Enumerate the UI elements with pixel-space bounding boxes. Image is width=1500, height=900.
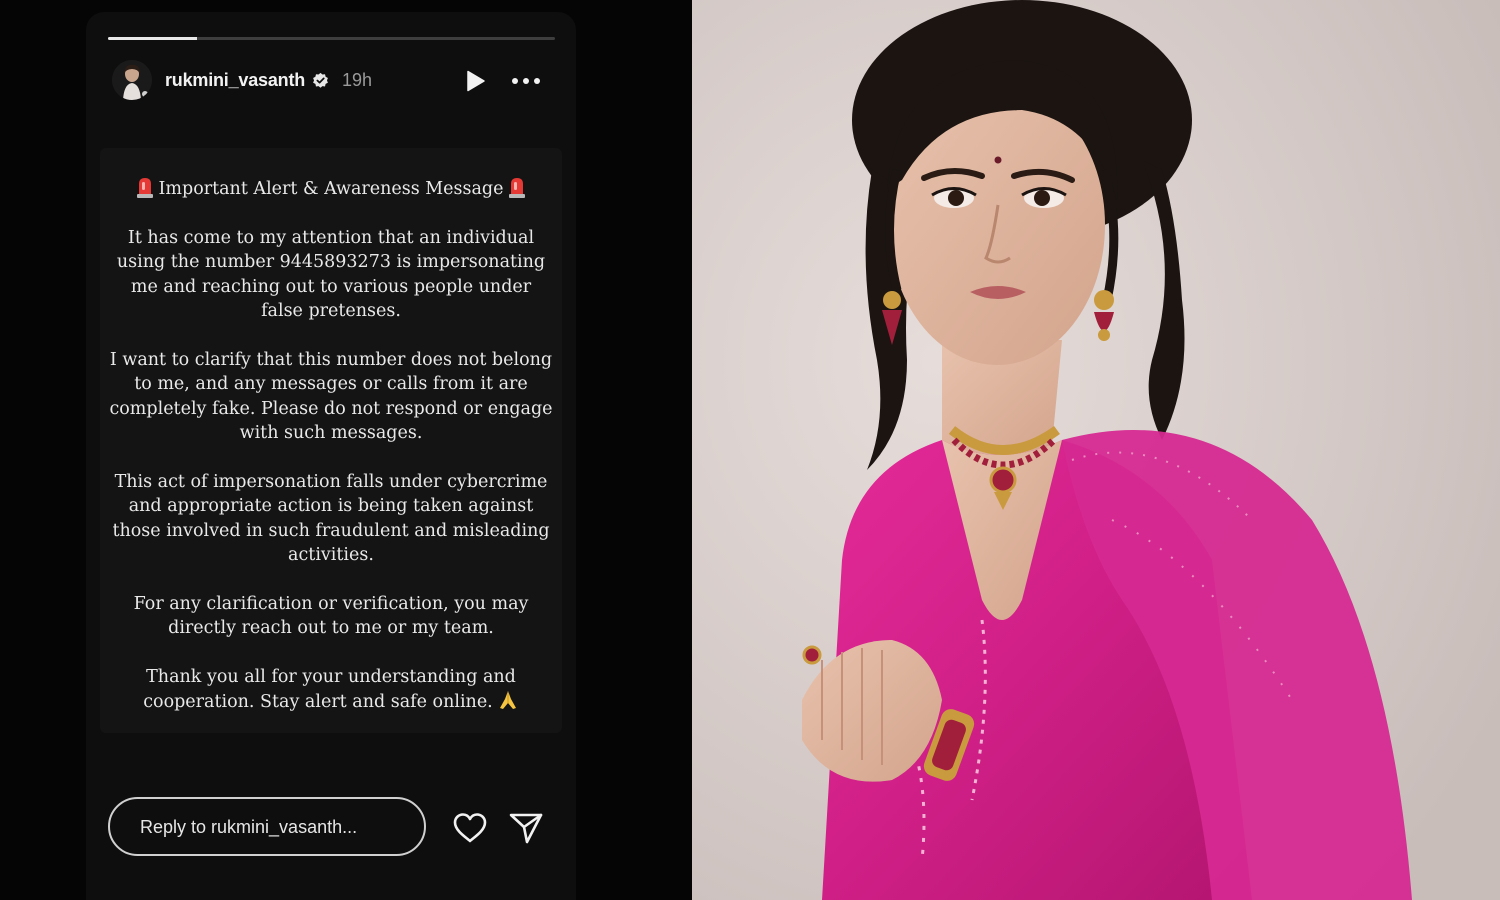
reply-input[interactable]: Reply to rukmini_vasanth... [108,797,426,856]
story-timestamp: 19h [342,70,373,90]
story-message: Important Alert & Awareness Message It h… [108,176,554,739]
message-heading-row: Important Alert & Awareness Message [108,176,554,202]
message-paragraph: It has come to my attention that an indi… [116,227,546,322]
story-progress-fill [108,37,198,40]
story-username[interactable]: rukmini_vasanth [165,70,305,91]
message-paragraph: For any clarification or verification, y… [133,593,529,639]
message-heading: Important Alert & Awareness Message [158,179,504,199]
story-progress-bar [108,37,555,40]
message-paragraph: This act of impersonation falls under cy… [112,471,550,566]
siren-emoji-icon [137,178,154,198]
message-closing: Thank you all for your understanding and… [143,666,516,713]
avatar[interactable] [112,60,152,100]
siren-emoji-icon [508,178,525,198]
heart-icon[interactable] [452,812,488,844]
verified-badge-icon [313,72,328,88]
more-options-icon[interactable] [509,70,543,92]
send-icon[interactable] [508,810,544,846]
portrait-photo [692,0,1500,900]
folded-hands-emoji-icon [499,691,516,709]
message-paragraph: I want to clarify that this number does … [109,349,553,444]
message-closing-row: Thank you all for your understanding and… [108,665,554,715]
avatar-image [112,60,152,100]
portrait-illustration [692,0,1500,900]
play-icon[interactable] [463,69,487,93]
reply-placeholder: Reply to rukmini_vasanth... [140,817,358,837]
